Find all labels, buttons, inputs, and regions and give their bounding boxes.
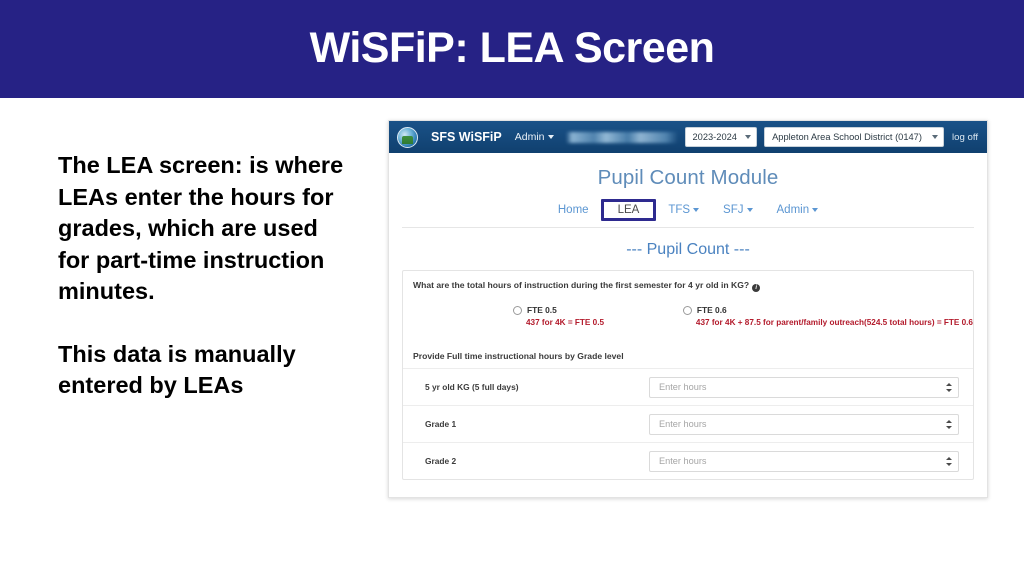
hours-input-kg-placeholder: Enter hours (659, 382, 707, 392)
slide-body-text: The LEA screen: is where LEAs enter the … (58, 150, 348, 402)
navbar-admin-label: Admin (514, 131, 545, 143)
grade-section-heading: Provide Full time instructional hours by… (413, 351, 624, 361)
grade-row: Grade 2 Enter hours (403, 442, 973, 479)
tab-home[interactable]: Home (546, 200, 601, 220)
module-title: Pupil Count Module (597, 166, 779, 189)
fte-option-06[interactable]: FTE 0.6 437 for 4K + 87.5 for parent/fam… (682, 305, 973, 327)
fte-option-06-head: FTE 0.6 (682, 305, 973, 315)
grade-row-label: 5 yr old KG (5 full days) (425, 382, 519, 392)
info-icon[interactable]: i (752, 284, 761, 292)
module-tabs: Home LEA TFS SFJ Admin (389, 199, 987, 221)
app-screenshot: SFS WiSFiP Admin 2023-2024 Appleton Area… (388, 120, 988, 498)
body-paragraph-2: This data is manually entered by LEAs (58, 340, 296, 399)
tab-tfs[interactable]: TFS (656, 200, 711, 220)
redacted-user-text (565, 131, 678, 143)
school-year-value: 2023-2024 (692, 132, 737, 142)
tabs-divider (402, 227, 974, 228)
question-text: What are the total hours of instruction … (413, 280, 750, 290)
tab-admin[interactable]: Admin (765, 200, 831, 220)
app-brand: SFS WiSFiP (431, 130, 502, 144)
fte-option-06-note: 437 for 4K + 87.5 for parent/family outr… (695, 318, 973, 327)
district-value: Appleton Area School District (0147) (772, 132, 922, 142)
chevron-down-icon (812, 207, 819, 212)
stepper-icon[interactable] (945, 419, 952, 429)
card-spacer (403, 327, 973, 351)
radio-button-fte-06[interactable] (682, 305, 692, 315)
fte-option-05-note: 437 for 4K = FTE 0.5 (526, 318, 605, 327)
body-paragraph-1: The LEA screen: is where LEAs enter the … (58, 152, 344, 304)
page-title: WiSFiP: LEA Screen (309, 24, 715, 72)
grade-row-label: Grade 2 (425, 456, 457, 466)
tab-admin-label: Admin (776, 204, 810, 216)
hours-input-grade-1[interactable]: Enter hours (649, 413, 959, 435)
fte-radio-group: FTE 0.5 437 for 4K = FTE 0.5 FTE 0.6 437… (403, 292, 973, 327)
chevron-down-icon (693, 207, 700, 212)
chevron-down-icon (547, 135, 554, 140)
hours-input-kg[interactable]: Enter hours (649, 376, 959, 398)
tab-tfs-label: TFS (668, 204, 691, 216)
tab-home-label: Home (557, 204, 589, 216)
fte-option-05-head: FTE 0.5 (513, 305, 683, 315)
app-page: Pupil Count Module Home LEA TFS SFJ Admi… (389, 166, 987, 480)
chevron-down-icon (932, 135, 939, 139)
tab-lea[interactable]: LEA (600, 199, 657, 221)
hours-input-grade-1-placeholder: Enter hours (659, 419, 707, 429)
stepper-icon[interactable] (945, 456, 952, 466)
pupil-count-card: What are the total hours of instruction … (402, 270, 974, 480)
chevron-down-icon (746, 207, 753, 212)
grade-row: Grade 1 Enter hours (403, 405, 973, 442)
fte-option-05[interactable]: FTE 0.5 437 for 4K = FTE 0.5 (513, 305, 683, 327)
log-off-link[interactable]: log off (952, 132, 978, 143)
tab-sfj[interactable]: SFJ (711, 200, 764, 220)
section-title: --- Pupil Count --- (626, 241, 750, 258)
grade-row-label: Grade 1 (425, 419, 457, 429)
fte-option-05-label: FTE 0.5 (527, 305, 557, 315)
district-select[interactable]: Appleton Area School District (0147) (764, 127, 945, 147)
radio-button-fte-05[interactable] (513, 305, 522, 315)
globe-logo-icon (397, 126, 418, 148)
tab-lea-label: LEA (617, 204, 640, 216)
school-year-select[interactable]: 2023-2024 (684, 127, 758, 147)
navbar-admin-menu[interactable]: Admin (515, 131, 554, 143)
app-navbar: SFS WiSFiP Admin 2023-2024 Appleton Area… (389, 121, 987, 153)
stepper-icon[interactable] (945, 382, 952, 392)
tab-sfj-label: SFJ (723, 204, 744, 216)
chevron-down-icon (745, 135, 752, 139)
question-label: What are the total hours of instruction … (403, 271, 973, 292)
hours-input-grade-2-placeholder: Enter hours (659, 456, 707, 466)
fte-option-06-label: FTE 0.6 (696, 305, 727, 315)
hours-input-grade-2[interactable]: Enter hours (649, 450, 959, 472)
grade-row: 5 yr old KG (5 full days) Enter hours (403, 368, 973, 405)
